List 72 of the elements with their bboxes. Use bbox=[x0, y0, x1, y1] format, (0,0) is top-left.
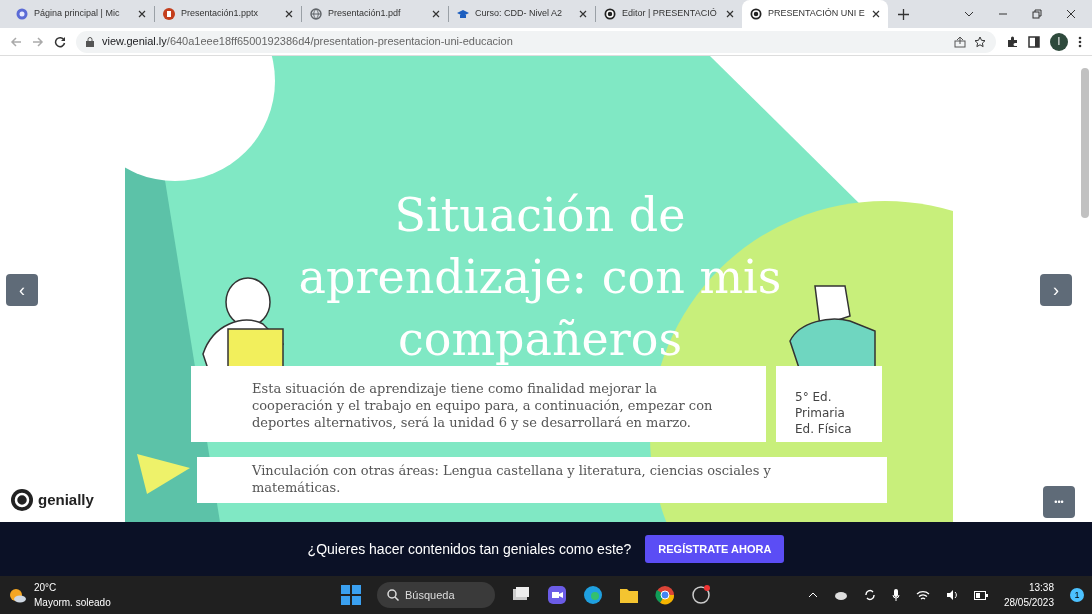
address-bar[interactable]: view.genial.ly/640a1eee18ff6500192386d4/presentation-presentacion-uni-educacion bbox=[76, 30, 996, 53]
sync-icon[interactable] bbox=[863, 589, 876, 601]
weather-text: Mayorm. soleado bbox=[34, 596, 111, 610]
microphone-icon[interactable] bbox=[891, 589, 900, 601]
more-options-button[interactable]: ••• bbox=[1043, 486, 1075, 518]
app-icon bbox=[16, 8, 28, 20]
close-icon[interactable] bbox=[726, 10, 734, 18]
profile-avatar[interactable]: I bbox=[1050, 32, 1068, 51]
graduation-cap-icon bbox=[457, 8, 469, 20]
globe-icon bbox=[310, 8, 322, 20]
chevron-up-icon[interactable] bbox=[807, 590, 818, 600]
browser-tab[interactable]: Editor | PRESENTACIÓ bbox=[596, 0, 742, 28]
tab-title: Curso: CDD- Nivel A2 bbox=[475, 7, 564, 21]
close-icon[interactable] bbox=[579, 10, 587, 18]
linked-areas-text: Vinculación con otras áreas: Lengua castellana y literatura, ciencias osciales y matemáticas. bbox=[197, 457, 887, 503]
search-icon bbox=[387, 589, 399, 601]
chevron-down-icon[interactable] bbox=[964, 9, 974, 19]
tab-title: PRESENTACIÓN UNI E bbox=[768, 7, 866, 21]
start-icon[interactable] bbox=[341, 585, 361, 605]
battery-icon[interactable] bbox=[973, 590, 988, 600]
register-button[interactable]: REGÍSTRATE AHORA bbox=[645, 534, 785, 564]
browser-icon[interactable] bbox=[655, 585, 675, 605]
speaker-icon[interactable] bbox=[945, 589, 958, 601]
browser-tab[interactable]: Presentación1.pptx bbox=[155, 0, 301, 28]
logo-text: genially bbox=[38, 489, 94, 510]
tab-title: Presentación1.pdf bbox=[328, 7, 402, 21]
extensions-icon[interactable] bbox=[1006, 35, 1018, 48]
share-icon[interactable] bbox=[954, 35, 966, 48]
reload-icon[interactable] bbox=[54, 35, 66, 48]
logo-icon bbox=[10, 488, 34, 512]
new-tab-icon[interactable] bbox=[898, 8, 909, 20]
close-icon[interactable] bbox=[432, 10, 440, 18]
video-call-icon[interactable] bbox=[547, 585, 567, 605]
previous-slide-button[interactable]: ‹ bbox=[6, 274, 38, 306]
search-field[interactable]: Búsqueda bbox=[377, 582, 495, 608]
more-icon[interactable] bbox=[1078, 35, 1082, 48]
search-placeholder: Búsqueda bbox=[405, 587, 455, 603]
temperature-text: 20°C bbox=[34, 581, 58, 595]
time-text: 13:38 bbox=[1027, 581, 1054, 595]
app-icon[interactable] bbox=[691, 585, 711, 605]
lock-icon bbox=[86, 36, 94, 47]
banner-text: ¿Quieres hacer contenidos tan geniales como este? bbox=[307, 539, 632, 559]
close-icon[interactable] bbox=[872, 10, 880, 18]
next-slide-button[interactable]: › bbox=[1040, 274, 1072, 306]
side-panel-icon[interactable] bbox=[1028, 35, 1040, 48]
close-icon[interactable] bbox=[138, 10, 146, 18]
browser-tab[interactable]: PRESENTACIÓN UNI E bbox=[742, 0, 888, 28]
close-icon[interactable] bbox=[285, 10, 293, 18]
wifi-icon[interactable] bbox=[915, 589, 930, 601]
star-icon[interactable] bbox=[974, 35, 986, 48]
browser-icon[interactable] bbox=[583, 585, 603, 605]
browser-tab[interactable]: Presentación1.pdf bbox=[302, 0, 448, 28]
close-icon[interactable] bbox=[1066, 9, 1076, 19]
tab-title: Página principal | Mic bbox=[34, 7, 121, 21]
date-text: 28/05/2023 bbox=[1003, 596, 1054, 610]
browser-tab[interactable]: Página principal | Mic bbox=[8, 0, 154, 28]
tab-title: Editor | PRESENTACIÓ bbox=[622, 7, 718, 21]
clock[interactable]: 13:38 28/05/2023 bbox=[1003, 580, 1054, 610]
restore-icon[interactable] bbox=[1032, 9, 1042, 19]
info-text: 5° Ed. bbox=[795, 389, 833, 405]
cloud-icon[interactable] bbox=[833, 590, 848, 600]
info-text: Ed. Física bbox=[795, 421, 853, 437]
scrollbar-thumb[interactable] bbox=[1081, 68, 1089, 218]
notification-badge[interactable]: 1 bbox=[1070, 588, 1084, 602]
logo-icon bbox=[604, 8, 616, 20]
document-icon bbox=[163, 8, 175, 20]
url-text: view.genial.ly/640a1eee18ff6500192386d4/presentation-presentacion-uni-educacion bbox=[102, 34, 513, 50]
browser-tab[interactable]: Curso: CDD- Nivel A2 bbox=[449, 0, 595, 28]
info-text: Primaria bbox=[795, 405, 846, 421]
tab-title: Presentación1.pptx bbox=[181, 7, 260, 21]
weather-sun-icon bbox=[8, 586, 26, 604]
logo-icon bbox=[750, 8, 762, 20]
